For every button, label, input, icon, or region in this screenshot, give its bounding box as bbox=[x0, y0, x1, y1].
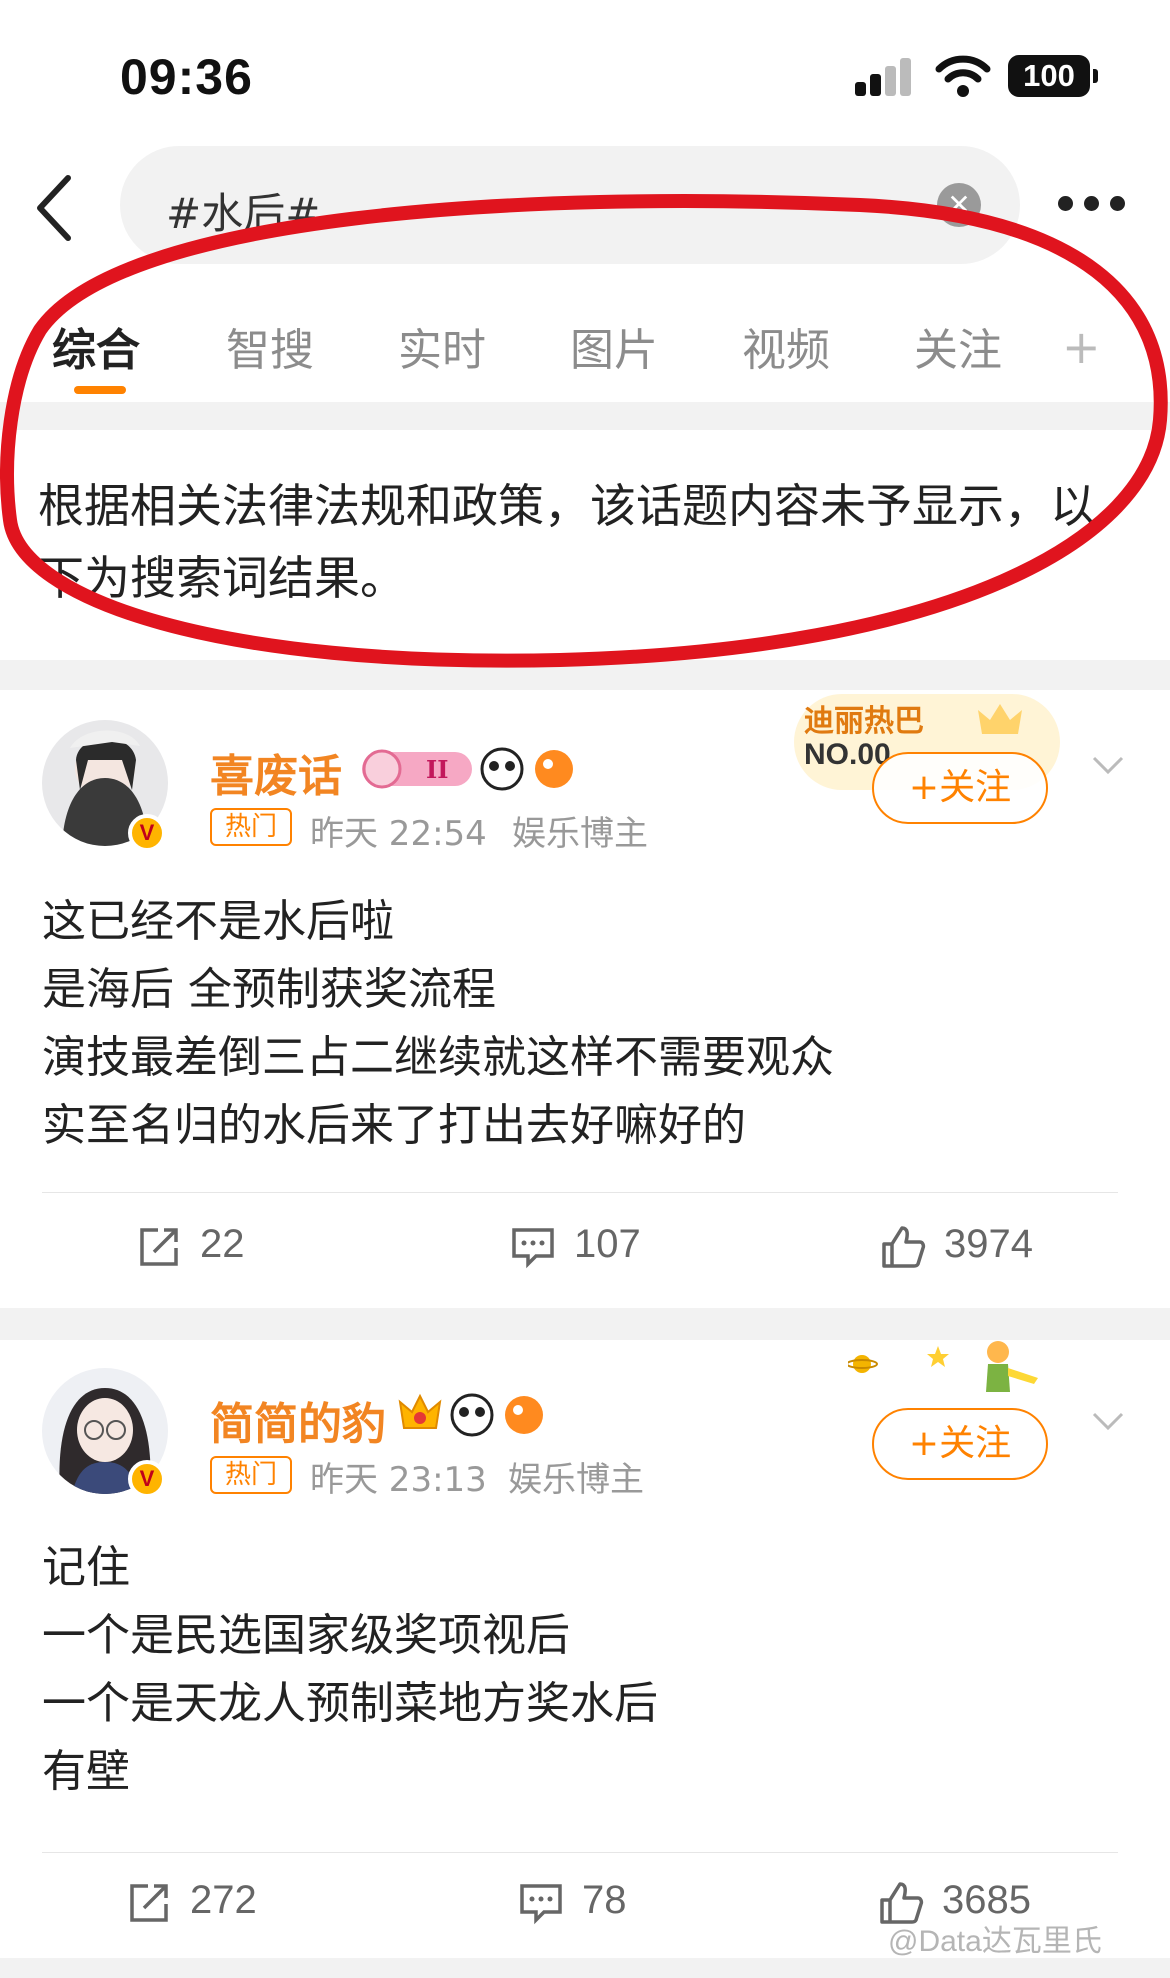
tab-smart-search[interactable]: 智搜 bbox=[226, 314, 314, 378]
verified-badge-icon: V bbox=[128, 1460, 166, 1498]
tab-videos[interactable]: 视频 bbox=[742, 314, 830, 378]
post-content: 记住 一个是民选国家级奖项视后 一个是天龙人预制菜地方奖水后 有壁 bbox=[42, 1534, 658, 1806]
divider bbox=[42, 1192, 1118, 1193]
comment-count: 78 bbox=[582, 1878, 627, 1922]
status-bar: 09:36 100 bbox=[0, 0, 1170, 140]
section-gap bbox=[0, 402, 1170, 430]
user-role: 娱乐博主 bbox=[508, 1460, 644, 1500]
content-line: 这已经不是水后啦 bbox=[42, 896, 394, 947]
hot-tag: 热门 bbox=[210, 1456, 292, 1494]
repost-button[interactable]: 272 bbox=[126, 1872, 316, 1932]
comment-icon bbox=[520, 1884, 562, 1925]
search-input[interactable]: #水后# ✕ bbox=[120, 146, 1020, 264]
repost-count: 22 bbox=[200, 1222, 245, 1266]
active-tab-indicator bbox=[74, 386, 126, 394]
section-gap bbox=[0, 1958, 1170, 1978]
username[interactable]: 喜废话 bbox=[210, 740, 342, 804]
chevron-down-icon[interactable] bbox=[1088, 744, 1128, 784]
chevron-down-icon[interactable] bbox=[1088, 1400, 1128, 1440]
rank-title: 迪丽热巴 bbox=[804, 704, 924, 739]
tab-realtime[interactable]: 实时 bbox=[398, 314, 486, 378]
search-query[interactable]: #水后# bbox=[166, 180, 320, 241]
censorship-notice: 根据相关法律法规和政策，该话题内容未予显示，以下为搜索词结果。 bbox=[38, 479, 1096, 605]
repost-count: 272 bbox=[190, 1878, 257, 1922]
content-line: 是海后 全预制获奖流程 bbox=[42, 964, 496, 1015]
user-role: 娱乐博主 bbox=[512, 814, 648, 854]
watermark: @Data达瓦里氏 bbox=[888, 1925, 1102, 1958]
fan-level-badge-icon: II bbox=[362, 747, 573, 791]
comment-button[interactable]: 78 bbox=[518, 1872, 698, 1932]
verified-badge-icon: V bbox=[128, 814, 166, 852]
username[interactable]: 简简的豹 bbox=[210, 1388, 386, 1452]
like-button[interactable]: 3974 bbox=[880, 1216, 1060, 1276]
content-line: 实至名归的水后来了打出去好嘛好的 bbox=[42, 1100, 746, 1151]
back-icon[interactable] bbox=[30, 168, 80, 248]
post-card[interactable]: V 简简的豹 热门 昨天 23:13 娱乐博主 +关注 记住 一个是民选国家级奖… bbox=[0, 1340, 1170, 1930]
svg-text:II: II bbox=[426, 755, 448, 784]
hot-tag: 热门 bbox=[210, 808, 292, 846]
content-line: 一个是民选国家级奖项视后 bbox=[42, 1610, 570, 1661]
vip-badge-icon bbox=[398, 1393, 543, 1437]
tab-comprehensive[interactable]: 综合 bbox=[52, 314, 140, 378]
wifi-icon bbox=[935, 55, 991, 97]
status-time: 09:36 bbox=[120, 49, 253, 105]
post-time: 昨天 22:54 bbox=[310, 814, 487, 854]
clear-icon[interactable]: ✕ bbox=[937, 183, 981, 227]
follow-button[interactable]: +关注 bbox=[872, 752, 1048, 824]
content-line: 记住 bbox=[42, 1542, 130, 1593]
repost-button[interactable]: 22 bbox=[136, 1216, 316, 1276]
divider bbox=[42, 1852, 1118, 1853]
like-count: 3974 bbox=[944, 1222, 1033, 1266]
content-line: 演技最差倒三占二继续就这样不需要观众 bbox=[42, 1032, 834, 1083]
post-time: 昨天 23:13 bbox=[310, 1460, 487, 1500]
content-line: 一个是天龙人预制菜地方奖水后 bbox=[42, 1678, 658, 1729]
cellular-signal-icon bbox=[855, 58, 917, 98]
thumbs-up-icon bbox=[882, 1226, 926, 1268]
tab-following[interactable]: 关注 bbox=[914, 314, 1002, 378]
tab-more-icon[interactable]: + bbox=[1062, 320, 1101, 374]
more-options-icon[interactable] bbox=[1058, 192, 1128, 216]
tab-images[interactable]: 图片 bbox=[570, 314, 658, 378]
post-content: 这已经不是水后啦 是海后 全预制获奖流程 演技最差倒三占二继续就这样不需要观众 … bbox=[42, 888, 834, 1160]
battery-icon: 100 bbox=[1008, 55, 1098, 97]
comment-button[interactable]: 107 bbox=[510, 1216, 690, 1276]
repost-icon bbox=[130, 1884, 168, 1922]
post-card[interactable]: V 喜废话 II 热门 昨天 22:54 娱乐博主 迪丽热巴 NO.00 +关注… bbox=[0, 690, 1170, 1310]
follow-button[interactable]: +关注 bbox=[872, 1408, 1048, 1480]
repost-icon bbox=[140, 1228, 178, 1266]
tab-bar: 综合 智搜 实时 图片 视频 关注 + bbox=[0, 300, 1170, 400]
comment-icon bbox=[512, 1228, 554, 1269]
content-line: 有壁 bbox=[42, 1746, 130, 1797]
comment-count: 107 bbox=[574, 1222, 641, 1266]
section-gap bbox=[0, 660, 1170, 690]
